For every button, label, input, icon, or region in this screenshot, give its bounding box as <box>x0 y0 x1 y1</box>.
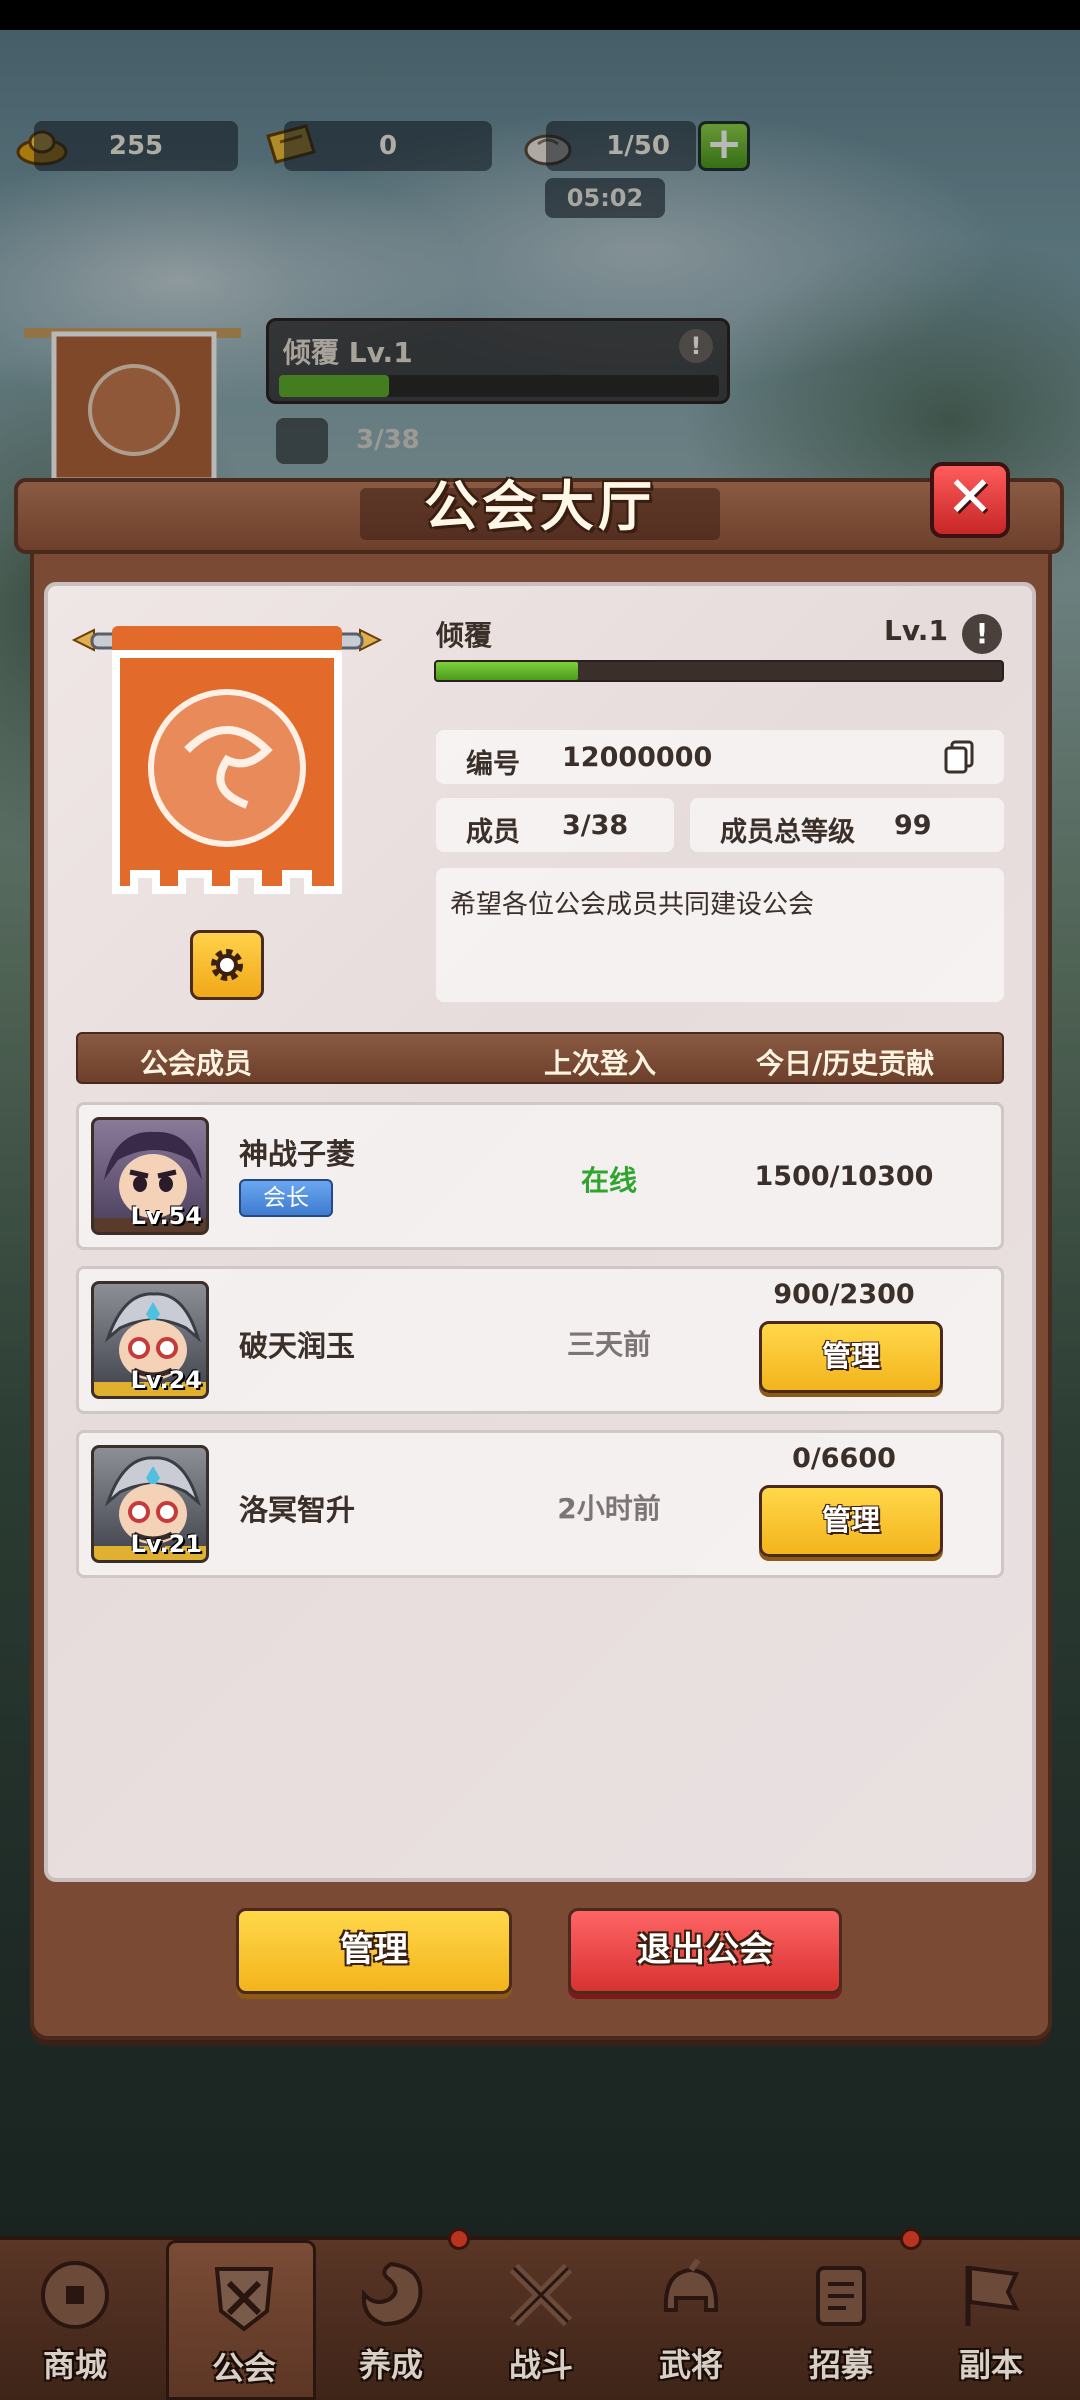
nav-shop[interactable]: 商城 <box>0 2240 150 2400</box>
guild-description-text: 希望各位公会成员共同建设公会 <box>450 890 815 920</box>
contribution: 1500/10300 <box>754 1161 934 1192</box>
dungeon-flag-icon <box>965 2265 1020 2326</box>
guild-banner-icon <box>72 626 382 894</box>
nav-label: 副本 <box>958 2346 1023 2384</box>
nav-label: 武将 <box>658 2346 723 2384</box>
table-row[interactable]: Lv.54 神战子菱 会长 在线 1500/10300 <box>76 1102 1004 1250</box>
quit-guild-button[interactable]: 退出公会 <box>568 1908 842 1994</box>
copy-icon[interactable] <box>944 740 974 774</box>
guild-id-field: 编号 12000000 <box>436 730 1004 784</box>
last-login: 三天前 <box>566 1328 651 1361</box>
guild-description: 希望各位公会成员共同建设公会 <box>436 868 1004 1002</box>
gear-icon <box>211 949 243 981</box>
table-row[interactable]: Lv.24 破天润玉 三天前 900/2300 管理 <box>76 1266 1004 1414</box>
guild-xp-bar <box>434 660 1004 682</box>
contribution: 900/2300 <box>773 1279 915 1310</box>
panel-title: 公会大厅 <box>424 475 656 538</box>
total-level-value: 99 <box>894 810 932 841</box>
nav-label: 战斗 <box>508 2346 573 2384</box>
guild-shield-icon <box>214 2267 274 2332</box>
header-last-login: 上次登入 <box>544 1047 657 1080</box>
avatar: Lv.54 <box>91 1117 209 1235</box>
close-button[interactable]: ✕ <box>930 462 1010 538</box>
member-count-field: 成员 3/38 <box>436 798 674 852</box>
member-count-value: 3/38 <box>562 810 629 841</box>
guild-name: 倾覆 <box>436 619 493 652</box>
avatar: Lv.24 <box>91 1281 209 1399</box>
last-login: 在线 <box>580 1164 637 1197</box>
manage-member-button[interactable]: 管理 <box>759 1321 943 1393</box>
manage-member-button[interactable]: 管理 <box>759 1485 943 1557</box>
nav-guild[interactable]: 公会 <box>166 2240 316 2400</box>
nav-label: 养成 <box>358 2346 423 2384</box>
nav-label: 招募 <box>808 2346 873 2384</box>
total-level-label: 成员总等级 <box>720 817 855 848</box>
guild-info-icon[interactable]: ! <box>962 614 1002 654</box>
guild-id-value: 12000000 <box>562 742 713 773</box>
nav-battle[interactable]: 战斗 <box>466 2240 616 2400</box>
member-level: Lv.54 <box>130 1202 203 1230</box>
guild-level: Lv.1 <box>884 614 948 647</box>
contribution: 0/6600 <box>792 1443 896 1474</box>
nav-label: 公会 <box>211 2349 276 2387</box>
notification-dot <box>900 2228 922 2250</box>
last-login: 2小时前 <box>557 1492 661 1525</box>
nav-dungeon[interactable]: 副本 <box>916 2240 1066 2400</box>
nav-label: 商城 <box>42 2346 107 2384</box>
guild-id-label: 编号 <box>466 749 520 780</box>
nav-cultivate[interactable]: 养成 <box>316 2240 466 2400</box>
coin-icon <box>41 2261 109 2329</box>
crossed-swords-icon <box>509 2263 573 2327</box>
member-name: 神战子菱 <box>239 1137 356 1171</box>
recruit-scroll-icon <box>816 2266 866 2326</box>
member-count-label: 成员 <box>466 817 520 848</box>
notification-dot <box>448 2228 470 2250</box>
nav-recruit[interactable]: 招募 <box>766 2240 916 2400</box>
avatar: Lv.21 <box>91 1445 209 1563</box>
manage-guild-button[interactable]: 管理 <box>236 1908 512 1994</box>
close-icon: ✕ <box>946 465 994 530</box>
header-contribution: 今日/历史贡献 <box>756 1047 935 1080</box>
table-row[interactable]: Lv.21 洛冥智升 2小时前 0/6600 管理 <box>76 1430 1004 1578</box>
member-level: Lv.21 <box>130 1530 203 1558</box>
dragon-icon <box>361 2261 423 2327</box>
member-table-header: 公会成员 上次登入 今日/历史贡献 <box>76 1032 1004 1084</box>
leader-badge: 会长 <box>239 1179 333 1217</box>
guild-settings-button[interactable] <box>190 930 264 1000</box>
total-level-field: 成员总等级 99 <box>690 798 1004 852</box>
member-name: 破天润玉 <box>239 1329 356 1363</box>
helmet-icon <box>663 2258 719 2312</box>
member-level: Lv.24 <box>130 1366 203 1394</box>
member-name: 洛冥智升 <box>239 1493 356 1527</box>
header-members: 公会成员 <box>140 1047 253 1080</box>
nav-generals[interactable]: 武将 <box>616 2240 766 2400</box>
